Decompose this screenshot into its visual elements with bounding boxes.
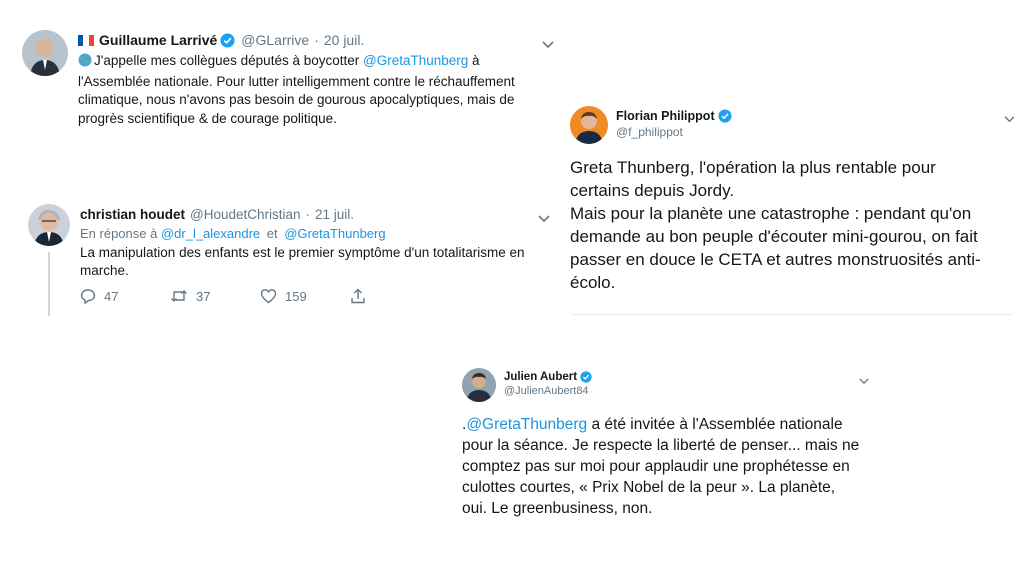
avatar-philippot[interactable]	[570, 106, 608, 144]
retweet-count: 37	[196, 288, 211, 304]
tweet-houdet[interactable]: christian houdet @HoudetChristian · 21 j…	[18, 196, 562, 322]
chevron-down-icon[interactable]	[1004, 110, 1015, 128]
tweet-text: .@GretaThunberg a été invitée à l'Assemb…	[462, 416, 860, 517]
retweet-button[interactable]: 37	[170, 288, 210, 304]
reply-icon	[80, 289, 96, 304]
tweet-aubert[interactable]: Julien Aubert @JulienAubert84 .@GretaThu…	[452, 354, 872, 530]
author-name[interactable]: Guillaume Larrivé	[99, 32, 217, 48]
reply-button[interactable]: 47	[80, 288, 118, 304]
reply-count: 47	[104, 288, 119, 304]
avatar-houdet[interactable]	[28, 204, 70, 246]
reply-mention-link[interactable]: @GretaThunberg	[284, 226, 385, 241]
separator-dot: ·	[314, 32, 319, 48]
divider	[572, 314, 1012, 315]
author-name[interactable]: Julien Aubert	[504, 371, 577, 383]
retweet-icon	[171, 290, 187, 302]
verified-badge-icon	[580, 371, 592, 383]
reply-mention-link[interactable]: @dr_l_alexandre	[161, 226, 260, 241]
avatar-larrive[interactable]	[22, 30, 68, 76]
like-button[interactable]: 159	[260, 288, 307, 304]
author-handle[interactable]: @JulienAubert84	[504, 385, 589, 397]
author-name[interactable]: Florian Philippot	[616, 109, 715, 123]
author-handle[interactable]: @GLarrive	[241, 32, 309, 48]
share-button[interactable]	[350, 288, 374, 304]
avatar-aubert[interactable]	[462, 368, 496, 402]
verified-badge-icon	[220, 32, 235, 48]
verified-badge-icon	[718, 109, 732, 123]
separator-dot: ·	[305, 207, 311, 222]
reply-context: En réponse à @dr_l_alexandre et @GretaTh…	[80, 226, 386, 241]
tweet-text: Greta Thunberg, l'opération la plus rent…	[570, 158, 981, 292]
tweet-philippot[interactable]: Florian Philippot @f_philippot Greta Thu…	[560, 96, 1024, 318]
share-icon	[351, 288, 365, 304]
chevron-down-icon[interactable]	[859, 372, 869, 390]
chevron-down-icon[interactable]	[538, 210, 550, 228]
thread-connector-line	[48, 252, 50, 316]
heart-icon	[260, 289, 277, 304]
globe-icon	[78, 53, 92, 73]
author-name[interactable]: christian houdet	[80, 207, 185, 222]
tweet-date[interactable]: 21 juil.	[315, 207, 354, 222]
author-handle[interactable]: @f_philippot	[616, 125, 683, 139]
tweet-larrive[interactable]: Guillaume Larrivé @GLarrive · 20 juil. J…	[12, 22, 567, 142]
mention-link[interactable]: @GretaThunberg	[466, 416, 587, 433]
like-count: 159	[285, 288, 307, 304]
chevron-down-icon[interactable]	[542, 36, 554, 54]
author-handle[interactable]: @HoudetChristian	[190, 207, 301, 222]
tweet-text: J'appelle mes collègues députés à boycot…	[78, 53, 515, 126]
tweet-date[interactable]: 20 juil.	[324, 32, 364, 48]
tweet-text: La manipulation des enfants est le premi…	[80, 245, 525, 278]
france-flag-icon	[78, 34, 94, 46]
mention-link[interactable]: @GretaThunberg	[363, 53, 468, 68]
